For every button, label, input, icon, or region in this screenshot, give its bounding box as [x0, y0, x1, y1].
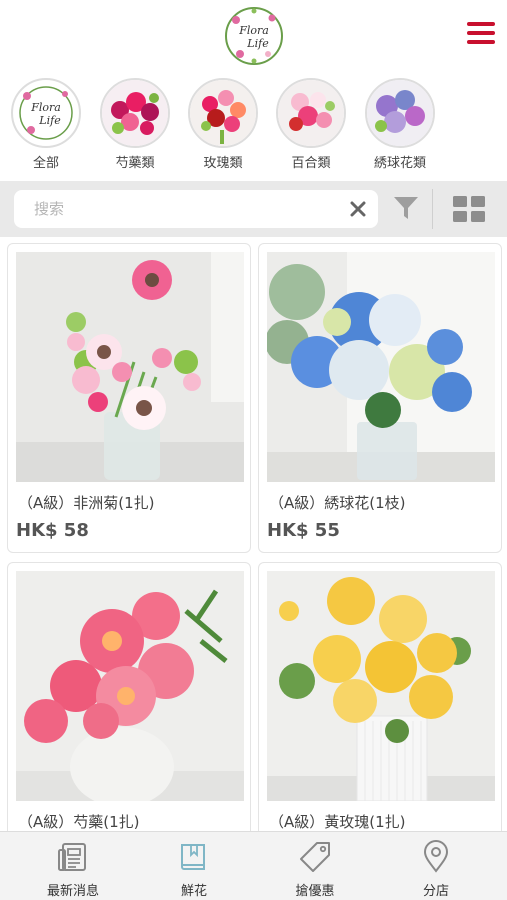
product-grid: （A級）非洲菊(1扎) HK$ 58 （A級）綉球花(1枝) HK$ 55 （A…: [0, 237, 507, 831]
product-card[interactable]: （A級）芍藥(1扎): [7, 562, 251, 831]
app-header: Flora Life: [0, 0, 507, 72]
category-label: 綉球花類: [373, 156, 426, 171]
bottom-nav: 最新消息 鮮花 搶優惠 分店: [0, 831, 507, 900]
svg-text:Flora: Flora: [30, 101, 61, 114]
book-icon: [181, 844, 205, 870]
lily-flowers-icon: [276, 78, 346, 148]
product-card[interactable]: （A級）黃玫瑰(1扎): [258, 562, 502, 831]
product-name: （A級）黃玫瑰(1扎): [269, 813, 406, 831]
nav-label: 最新消息: [46, 884, 99, 899]
category-all[interactable]: Flora Life 全部: [10, 78, 82, 171]
category-label: 百合類: [291, 156, 331, 171]
logo-text-life: Life: [246, 37, 269, 50]
rose-flowers-icon: [188, 78, 258, 148]
menu-bar: [467, 31, 495, 35]
nav-label: 搶優惠: [295, 884, 335, 899]
category-lily[interactable]: 百合類: [275, 78, 347, 171]
nav-item-news[interactable]: 最新消息: [10, 832, 136, 900]
location-pin-icon: [423, 840, 449, 873]
search-box: [14, 190, 378, 228]
logo-text-flora: Flora: [238, 24, 269, 37]
nav-label: 鮮花: [180, 884, 207, 899]
product-card[interactable]: （A級）非洲菊(1扎) HK$ 58: [7, 243, 251, 553]
nav-label: 分店: [422, 884, 449, 899]
product-name: （A級）芍藥(1扎): [18, 813, 140, 831]
peony-flowers-icon: [100, 78, 170, 148]
category-rose[interactable]: 玫瑰類: [187, 78, 259, 171]
flora-life-logo-icon: Flora Life: [11, 78, 81, 148]
category-peony[interactable]: 芍藥類: [99, 78, 171, 171]
category-bar: Flora Life 全部 芍藥類 玫瑰類 百合類 綉球花類: [0, 78, 507, 178]
product-price: HK$ 58: [16, 520, 89, 541]
gerbera-bouquet-image: [16, 252, 244, 482]
search-input[interactable]: [24, 190, 344, 228]
product-name: （A級）綉球花(1枝): [269, 494, 406, 512]
menu-bar: [467, 40, 495, 44]
grid-view-icon[interactable]: [452, 195, 486, 223]
category-label: 玫瑰類: [203, 156, 243, 171]
yellow-rose-bouquet-image: [267, 571, 495, 801]
menu-bar: [467, 22, 495, 26]
tag-icon: [300, 842, 330, 872]
product-name: （A級）非洲菊(1扎): [18, 494, 155, 512]
hydrangea-bouquet-image: [267, 252, 495, 482]
peony-bouquet-image: [16, 571, 244, 801]
hamburger-menu-button[interactable]: [467, 22, 495, 46]
nav-item-deals[interactable]: 搶優惠: [252, 832, 378, 900]
category-hydrangea[interactable]: 綉球花類: [364, 78, 436, 171]
news-icon: [58, 843, 86, 871]
nav-item-branches[interactable]: 分店: [373, 832, 499, 900]
category-label: 全部: [32, 156, 59, 171]
svg-text:Life: Life: [38, 114, 61, 127]
divider: [432, 189, 433, 229]
nav-item-flowers[interactable]: 鮮花: [131, 832, 257, 900]
product-card[interactable]: （A級）綉球花(1枝) HK$ 55: [258, 243, 502, 553]
filter-icon[interactable]: [393, 195, 419, 221]
category-label: 芍藥類: [115, 156, 155, 171]
hydrangea-flowers-icon: [365, 78, 435, 148]
clear-icon[interactable]: [350, 201, 366, 217]
product-price: HK$ 55: [267, 520, 340, 541]
flora-life-logo[interactable]: Flora Life: [224, 6, 284, 66]
search-toolbar: [0, 181, 507, 237]
